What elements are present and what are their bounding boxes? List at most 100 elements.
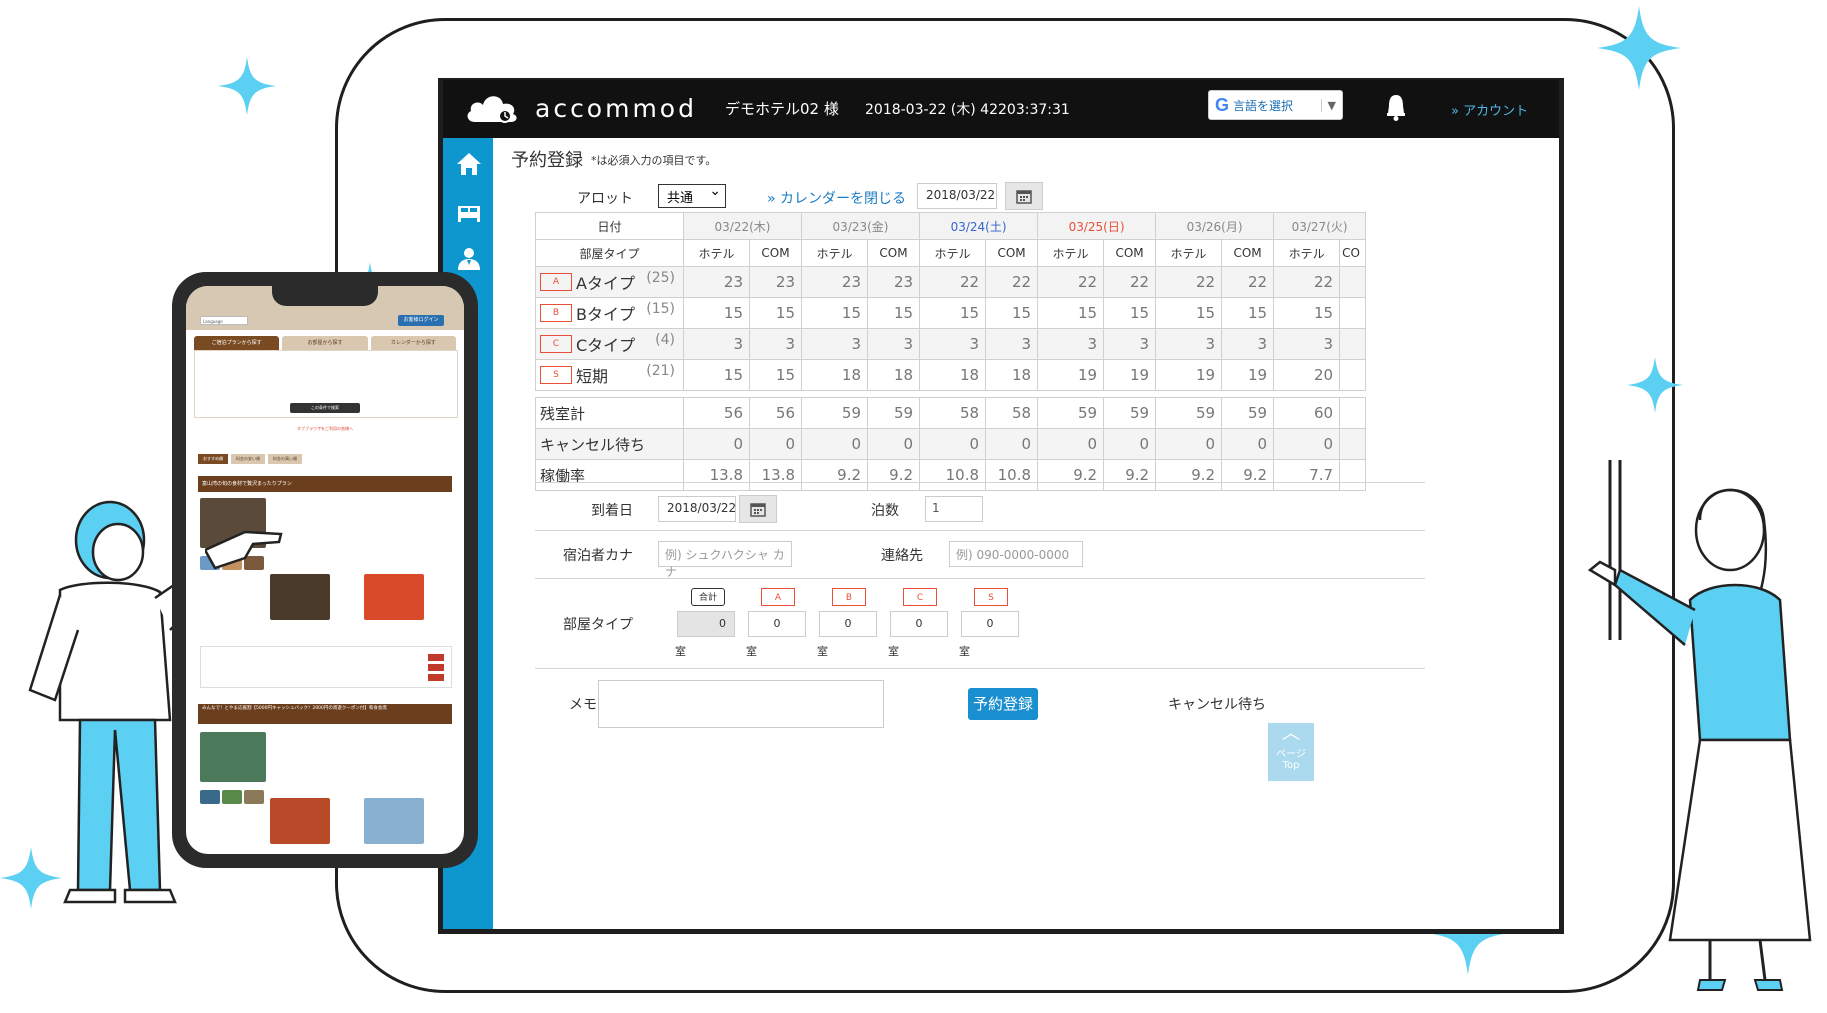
room-tag-b: B [832,588,866,606]
room-count-s[interactable]: 0 [961,611,1019,637]
date-cell[interactable]: 03/26(月) [1155,212,1275,240]
availability-cell[interactable]: 3 [1221,328,1275,360]
date-cell[interactable]: 03/23(金) [801,212,921,240]
availability-cell[interactable]: 23 [801,266,869,298]
waitlist-button[interactable]: キャンセル待ち [1168,694,1266,714]
phone-tab-plans[interactable]: ご宿泊プランから探す [194,336,280,350]
room-tag-a: A [761,588,795,606]
availability-cell[interactable]: 19 [1103,359,1157,391]
staff-icon[interactable] [455,244,483,272]
availability-cell[interactable]: 3 [867,328,921,360]
availability-cell[interactable]: 18 [919,359,987,391]
arrival-date-input[interactable]: 2018/03/22 [658,496,736,522]
availability-cell[interactable]: 15 [801,297,869,329]
availability-cell[interactable]: 15 [1273,297,1341,329]
calendar-button[interactable] [1005,182,1043,210]
availability-cell[interactable]: 15 [985,297,1039,329]
room-type-label-cell: C Cタイプ (4) [535,328,684,360]
allot-select[interactable]: 共通 [658,183,726,208]
date-cell[interactable]: 03/22(木) [682,212,803,240]
summary-cell: 58 [985,397,1039,429]
language-selector[interactable]: G 言語を選択 ▼ [1208,90,1343,120]
availability-cell[interactable]: 15 [748,297,803,329]
availability-cell[interactable]: 3 [1037,328,1105,360]
availability-cell[interactable]: 15 [1221,297,1275,329]
app-logo[interactable]: accommod [465,90,697,126]
account-link[interactable]: » アカウント [1451,100,1528,119]
availability-cell[interactable]: 23 [683,266,750,298]
availability-cell[interactable]: 3 [801,328,869,360]
availability-cell[interactable]: 22 [985,266,1039,298]
availability-cell[interactable]: 18 [867,359,921,391]
phone-book-button[interactable] [428,664,444,671]
home-icon[interactable] [455,150,483,178]
availability-cell[interactable]: 22 [1273,266,1341,298]
availability-cell[interactable]: 19 [1221,359,1275,391]
phone-tab-calendar[interactable]: カレンダーから探す [370,336,456,350]
smartphone-mockup: Language お客様ログイン ご宿泊プランから探す お部屋から探す カレンダ… [172,272,478,868]
phone-plan-title-1[interactable]: 富山湾の旬の食材で贅沢まったりプラン [198,476,452,492]
availability-cell[interactable]: 18 [801,359,869,391]
summary-cell: 59 [1221,397,1275,429]
sparkle-icon [218,57,276,115]
availability-cell[interactable]: 15 [1103,297,1157,329]
date-cell-sunday[interactable]: 03/25(日) [1037,212,1157,240]
phone-sort-recommended[interactable]: おすすめ順 [198,454,228,464]
bed-icon[interactable] [455,198,483,226]
availability-cell[interactable]: 15 [683,359,750,391]
availability-cell[interactable]: 19 [1037,359,1105,391]
availability-cell[interactable]: 15 [683,297,750,329]
calendar-date-input[interactable]: 2018/03/22 [917,183,997,209]
phone-book-button[interactable] [428,674,444,681]
availability-cell[interactable]: 3 [919,328,987,360]
room-type-name: Cタイプ [576,336,636,355]
contact-input[interactable]: 例) 090-0000-0000 [949,541,1083,567]
submit-reservation-button[interactable]: 予約登録 [968,688,1038,720]
phone-search-button[interactable]: この条件で検索 [290,403,360,413]
phone-book-button[interactable] [428,654,444,661]
phone-login-button[interactable]: お客様ログイン [398,315,444,326]
phone-tab-rooms[interactable]: お部屋から探す [282,336,368,350]
date-cell-saturday[interactable]: 03/24(土) [919,212,1039,240]
phone-plan-title-2[interactable]: みんなで！とやま応援割【5000円キャッシュバック！2000円の周遊クーポン付】… [198,704,452,724]
availability-cell[interactable]: 22 [1221,266,1275,298]
room-count-b[interactable]: 0 [819,611,877,637]
availability-cell[interactable]: 20 [1273,359,1341,391]
availability-cell[interactable]: 22 [919,266,987,298]
availability-cell[interactable]: 23 [867,266,921,298]
availability-cell[interactable]: 22 [1155,266,1223,298]
availability-cell[interactable]: 15 [1037,297,1105,329]
nights-input[interactable]: 1 [925,496,983,522]
allot-label: アロット [577,191,633,207]
phone-sort-expensive[interactable]: 料金の高い順 [268,454,302,464]
availability-cell[interactable]: 19 [1155,359,1223,391]
availability-cell[interactable]: 3 [683,328,750,360]
room-count-c[interactable]: 0 [890,611,948,637]
google-icon: G [1215,94,1230,115]
availability-cell[interactable]: 15 [919,297,987,329]
availability-cell[interactable]: 3 [1155,328,1223,360]
memo-textarea[interactable] [598,680,884,728]
availability-cell[interactable]: 23 [748,266,803,298]
close-calendar-link[interactable]: » カレンダーを閉じる [767,188,906,208]
bell-icon[interactable] [1383,92,1409,122]
summary-cell: 13.8 [748,459,803,491]
phone-language-select[interactable]: Language [200,316,248,325]
availability-cell[interactable]: 18 [985,359,1039,391]
page-top-button[interactable]: ︿ ページ Top [1268,723,1314,781]
availability-cell[interactable]: 22 [1103,266,1157,298]
availability-cell[interactable]: 3 [985,328,1039,360]
date-cell[interactable]: 03/27(火) [1273,212,1367,240]
availability-cell[interactable]: 3 [748,328,803,360]
guest-kana-input[interactable]: 例) シュクハクシャ カナ [658,541,792,579]
availability-cell[interactable]: 3 [1103,328,1157,360]
arrival-calendar-button[interactable] [739,495,777,523]
availability-cell[interactable]: 15 [1155,297,1223,329]
allot-select-value: 共通 [667,191,694,206]
room-count-a[interactable]: 0 [748,611,806,637]
availability-cell[interactable]: 22 [1037,266,1105,298]
availability-cell[interactable]: 3 [1273,328,1341,360]
availability-cell[interactable]: 15 [867,297,921,329]
availability-cell[interactable]: 15 [748,359,803,391]
phone-sort-cheap[interactable]: 料金の安い順 [231,454,265,464]
